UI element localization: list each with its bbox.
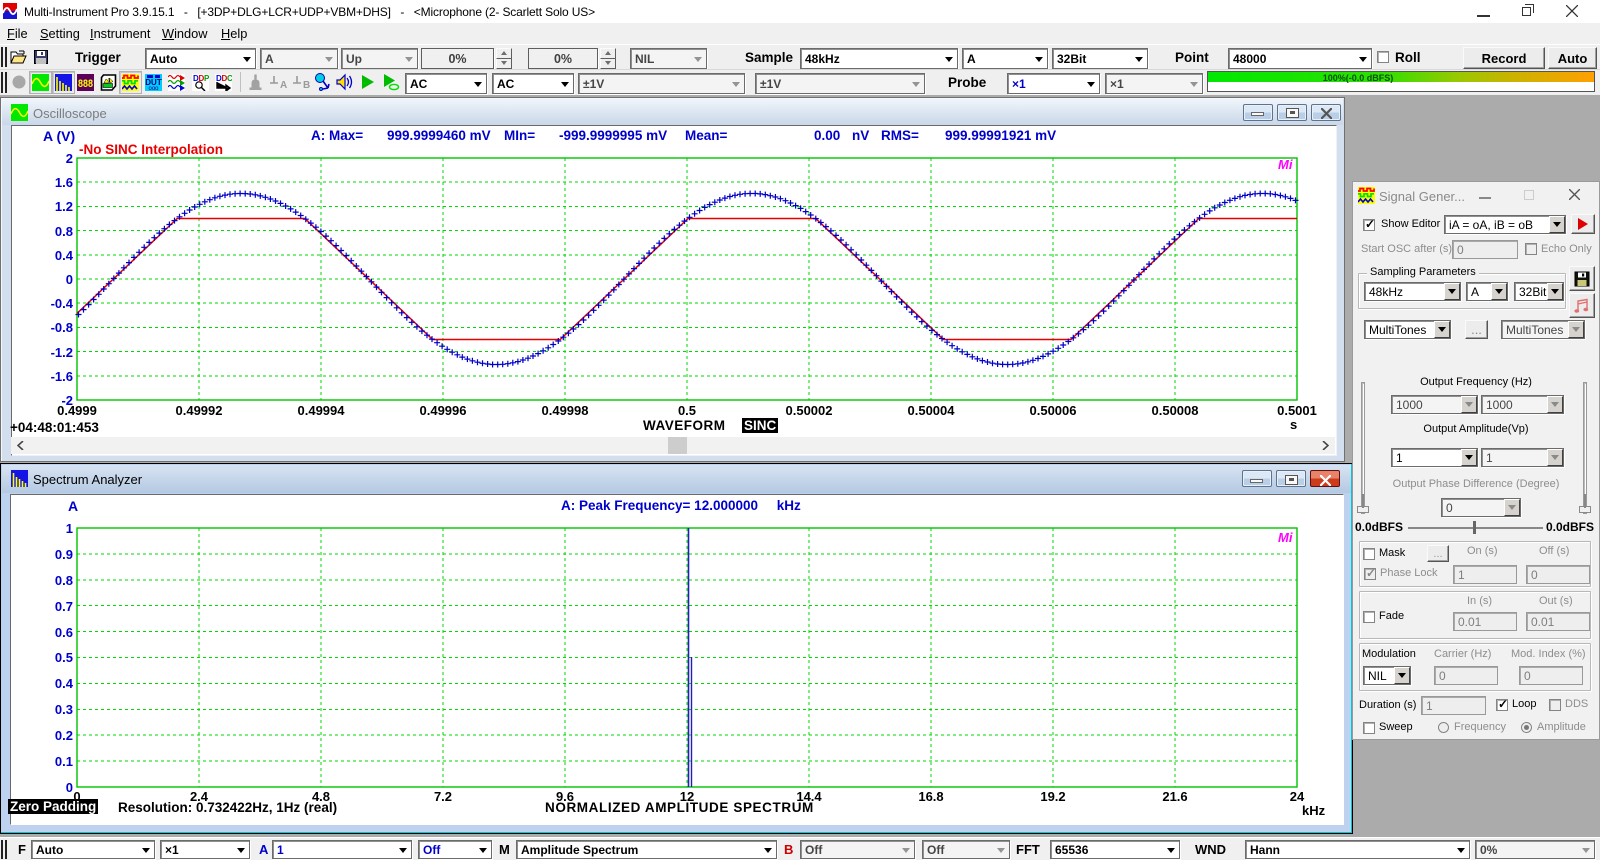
svg-text:P: P xyxy=(204,74,209,83)
svg-text:A: A xyxy=(280,80,287,91)
svg-text:B: B xyxy=(303,80,310,91)
svg-text:ooo: ooo xyxy=(148,86,159,91)
svg-text:888: 888 xyxy=(78,78,93,90)
svg-text:C: C xyxy=(227,74,232,83)
